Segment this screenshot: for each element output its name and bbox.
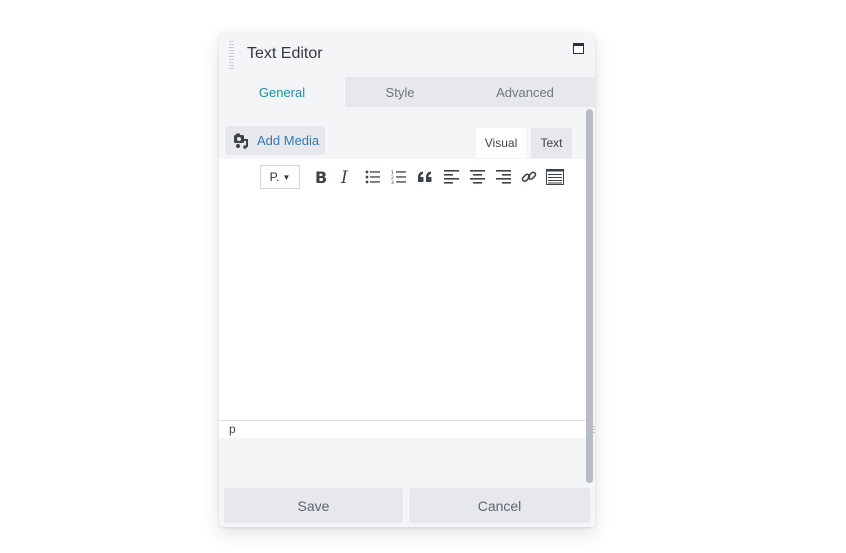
editor-statusbar: p — [219, 421, 587, 438]
panel-header[interactable]: Text Editor — [219, 33, 595, 77]
text-editor-panel: Text Editor General Style Advanced Add M… — [219, 33, 595, 527]
svg-text:3: 3 — [391, 180, 394, 184]
add-media-button[interactable]: Add Media — [225, 126, 325, 155]
cancel-button[interactable]: Cancel — [409, 488, 590, 523]
add-media-label: Add Media — [257, 133, 320, 148]
numbered-list-button[interactable]: 1 2 3 — [386, 165, 412, 189]
bullet-list-icon — [365, 170, 380, 184]
link-icon — [521, 171, 537, 183]
format-select[interactable]: P. ▼ — [260, 165, 300, 189]
media-icon — [234, 133, 248, 149]
window-maximize-icon[interactable] — [573, 43, 584, 54]
tab-advanced[interactable]: Advanced — [455, 77, 595, 107]
panel-footer: Save Cancel — [219, 488, 595, 524]
panel-title: Text Editor — [247, 45, 323, 62]
scrollbar[interactable] — [586, 109, 593, 483]
blockquote-button[interactable] — [412, 165, 438, 189]
toolbar-toggle-icon — [546, 169, 564, 185]
save-button[interactable]: Save — [224, 488, 403, 523]
svg-text:B: B — [315, 169, 327, 185]
drag-handle-icon[interactable] — [229, 41, 234, 69]
bullet-list-button[interactable] — [360, 165, 386, 189]
element-path[interactable]: p — [229, 422, 236, 436]
tab-style[interactable]: Style — [345, 77, 455, 107]
visual-mode-tab[interactable]: Visual — [476, 128, 526, 158]
align-center-button[interactable] — [464, 165, 490, 189]
settings-tabs: General Style Advanced — [219, 77, 595, 107]
align-left-icon — [443, 170, 459, 184]
tab-general[interactable]: General — [219, 77, 345, 107]
format-select-value: P. — [269, 170, 280, 184]
align-right-icon — [495, 170, 511, 184]
align-right-button[interactable] — [490, 165, 516, 189]
link-button[interactable] — [516, 165, 542, 189]
numbered-list-icon: 1 2 3 — [391, 170, 406, 184]
bold-icon: B — [315, 169, 327, 185]
bold-button[interactable]: B — [308, 165, 334, 189]
editor-area: Add Media Visual Text P. ▼ B I 1 2 3 p — [219, 107, 595, 479]
italic-icon: I — [340, 169, 348, 185]
text-mode-tab[interactable]: Text — [531, 128, 572, 158]
toolbar-toggle-button[interactable] — [542, 165, 568, 189]
svg-text:I: I — [340, 169, 348, 185]
italic-button[interactable]: I — [334, 165, 360, 189]
blockquote-icon — [418, 171, 432, 182]
editor-toolbar: P. ▼ B I 1 2 3 — [260, 165, 568, 189]
align-center-icon — [469, 170, 485, 184]
chevron-down-icon: ▼ — [282, 172, 291, 182]
align-left-button[interactable] — [438, 165, 464, 189]
wysiwyg-editor[interactable]: P. ▼ B I 1 2 3 — [219, 159, 587, 421]
